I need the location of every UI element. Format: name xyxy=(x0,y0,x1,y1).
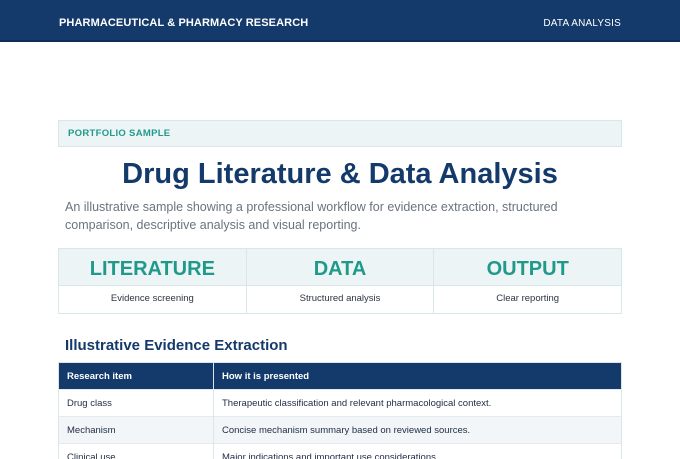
column-header: Research item xyxy=(58,362,214,390)
portfolio-kicker-banner: PORTFOLIO SAMPLE xyxy=(58,120,622,147)
section-label: DATA ANALYSIS xyxy=(543,18,621,29)
stat-value: OUTPUT xyxy=(434,249,622,286)
stat-label: Evidence screening xyxy=(110,293,194,304)
top-header-bar: PHARMACEUTICAL & PHARMACY RESEARCH DATA … xyxy=(0,0,680,42)
table-row: Clinical use Major indications and impor… xyxy=(58,443,622,459)
table-cell: Major indications and important use cons… xyxy=(213,443,622,459)
table-row: Drug class Therapeutic classification an… xyxy=(58,389,622,417)
stat-value: DATA xyxy=(246,249,434,286)
table-header-row: Research item How it is presented xyxy=(58,362,622,390)
table-cell: Concise mechanism summary based on revie… xyxy=(213,416,622,444)
brand-title: PHARMACEUTICAL & PHARMACY RESEARCH xyxy=(59,17,309,29)
evidence-table: Research item How it is presented Drug c… xyxy=(58,362,622,459)
stat-label: Clear reporting xyxy=(496,293,560,304)
column-header: How it is presented xyxy=(213,362,622,390)
page-subtitle: An illustrative sample showing a profess… xyxy=(65,200,558,232)
table-cell: Drug class xyxy=(58,389,214,417)
stat-value: LITERATURE xyxy=(59,249,246,286)
stat-output: OUTPUT Clear reporting xyxy=(434,249,622,313)
table-cell: Mechanism xyxy=(58,416,214,444)
page-title: Drug Literature & Data Analysis xyxy=(122,158,558,190)
section-heading: Illustrative Evidence Extraction xyxy=(65,337,288,354)
stat-literature: LITERATURE Evidence screening xyxy=(59,249,247,313)
summary-stats: LITERATURE Evidence screening DATA Struc… xyxy=(58,248,622,314)
stat-label: Structured analysis xyxy=(299,293,381,304)
stat-data: DATA Structured analysis xyxy=(246,249,435,313)
table-cell: Clinical use xyxy=(58,443,214,459)
table-row: Mechanism Concise mechanism summary base… xyxy=(58,416,622,444)
kicker-text: PORTFOLIO SAMPLE xyxy=(68,128,171,139)
table-cell: Therapeutic classification and relevant … xyxy=(213,389,622,417)
